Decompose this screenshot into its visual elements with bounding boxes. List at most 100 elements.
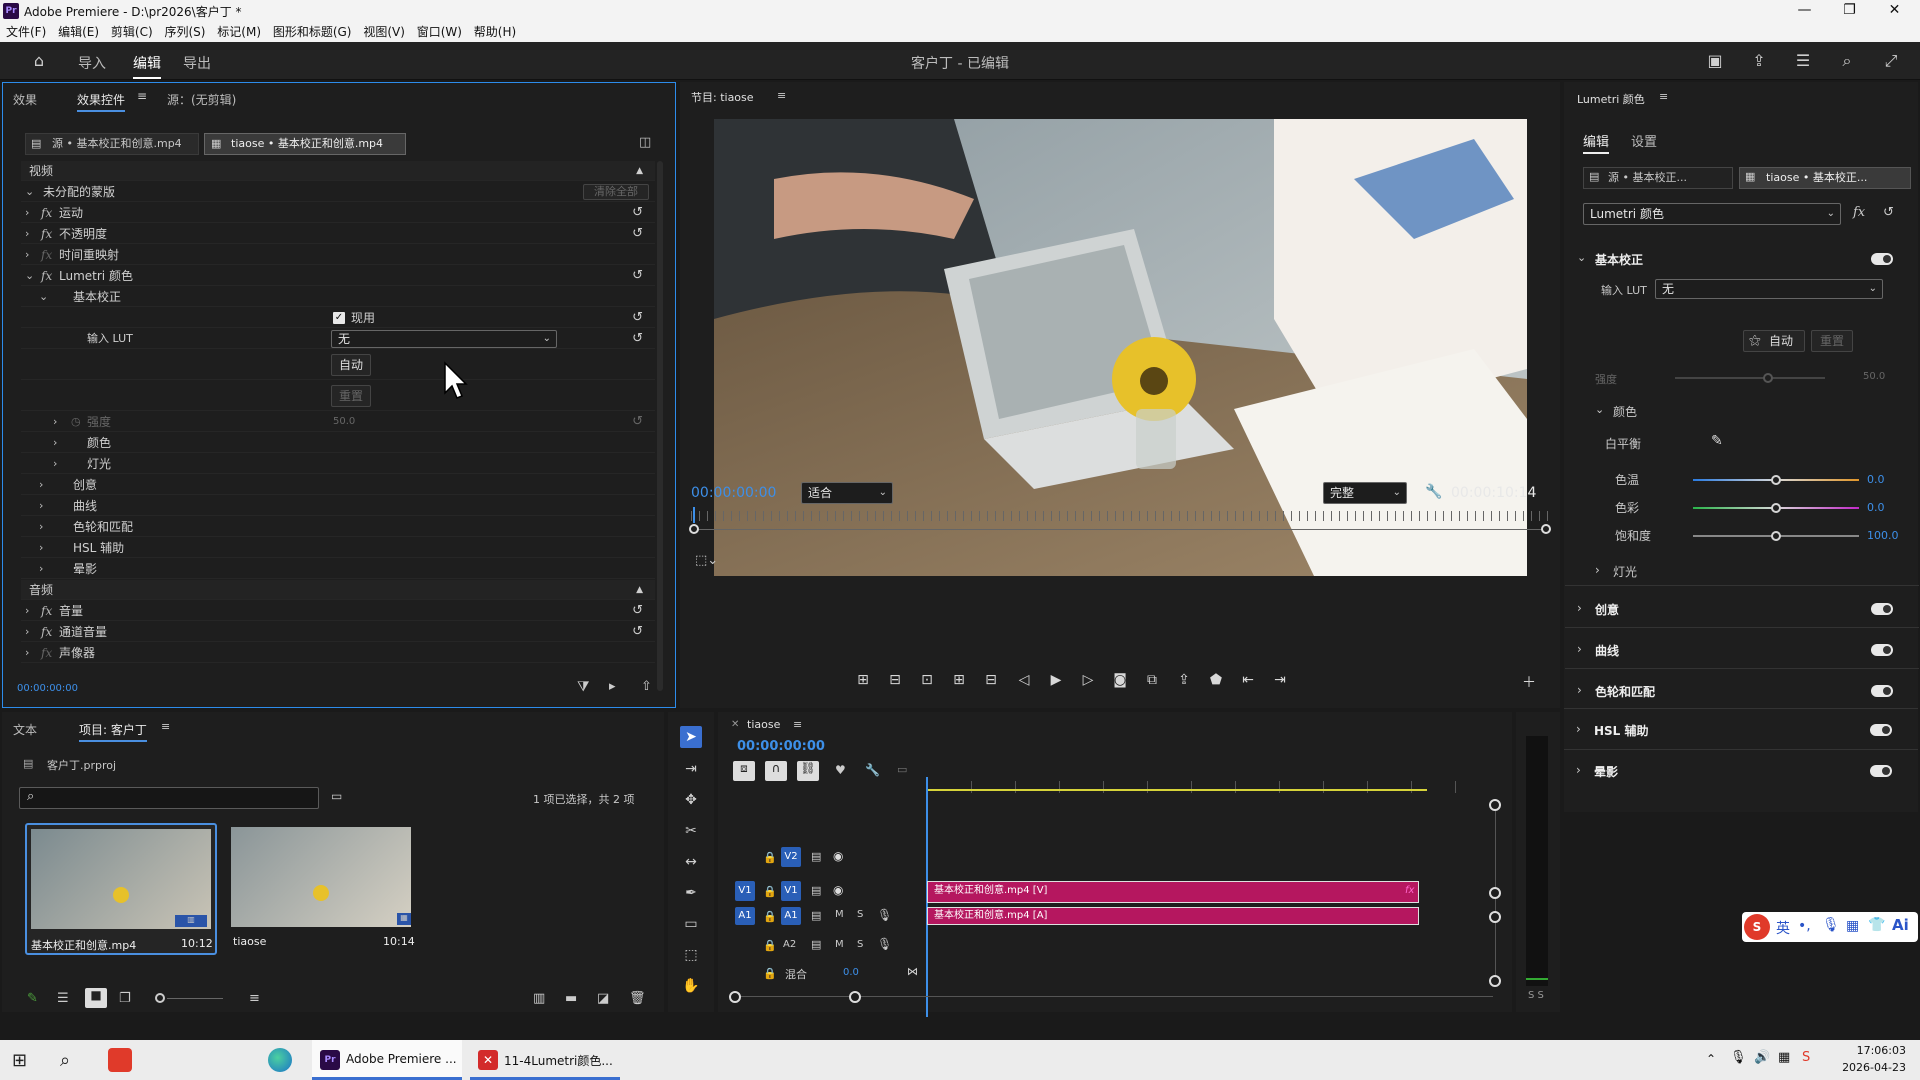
chevron-right-icon[interactable]: › (53, 412, 65, 432)
go-to-in-icon[interactable]: ⇤ (1237, 672, 1259, 688)
voice-input-icon[interactable]: 🎙 (1822, 917, 1840, 933)
export-icon[interactable]: ⇪ (1173, 672, 1195, 688)
chevron-right-icon[interactable]: › (1595, 563, 1600, 577)
eye-icon[interactable]: ◉ (833, 883, 843, 897)
step-forward-icon[interactable]: ▷ (1077, 672, 1099, 688)
menu-sequence[interactable]: 序列(S) (164, 22, 205, 42)
effect-controls-timecode[interactable]: 00:00:00:00 (17, 683, 78, 694)
clock-time[interactable]: 17:06:03 (1836, 1044, 1906, 1057)
menu-window[interactable]: 窗口(W) (417, 22, 462, 42)
chevron-right-icon[interactable]: › (39, 517, 51, 537)
menu-file[interactable]: 文件(F) (6, 22, 46, 42)
folder-icon[interactable]: ▬ (565, 991, 577, 1006)
section-hsl[interactable]: HSL 辅助 (1594, 722, 1649, 739)
project-search-field[interactable] (44, 788, 314, 808)
new-item-icon[interactable]: ◪ (597, 991, 609, 1006)
ai-assistant-icon[interactable]: Ai (1892, 916, 1909, 934)
insert-icon[interactable]: ⊞ (852, 672, 874, 688)
lock-icon[interactable]: 🔒 (763, 939, 777, 952)
work-area-bar[interactable] (927, 789, 1427, 791)
chevron-right-icon[interactable]: › (25, 224, 37, 244)
camtasia-icon[interactable] (108, 1048, 132, 1072)
volume-icon[interactable]: 🔊 (1754, 1050, 1770, 1065)
search-icon[interactable]: ⌕ (1836, 51, 1858, 71)
eyedropper-icon[interactable]: ✎ (1711, 433, 1723, 449)
collapse-icon[interactable]: ▲ (636, 580, 643, 600)
zoom-handle-right[interactable] (1541, 524, 1551, 534)
list-view-icon[interactable]: ☰ (57, 991, 69, 1006)
reset-icon[interactable]: ↺ (1883, 205, 1894, 220)
chevron-right-icon[interactable]: › (25, 601, 37, 621)
lock-icon[interactable]: 🔒 (763, 885, 777, 898)
scroll-knob[interactable] (729, 991, 741, 1003)
color-wheels-toggle[interactable] (1871, 685, 1893, 697)
chevron-right-icon[interactable]: › (25, 245, 37, 265)
light-row[interactable]: › 灯光 (21, 454, 655, 474)
automate-icon[interactable]: ▥ (533, 991, 545, 1006)
creative-toggle[interactable] (1871, 603, 1893, 615)
chevron-right-icon[interactable]: › (1577, 642, 1582, 656)
timeline-name[interactable]: tiaose (747, 718, 780, 731)
share-icon[interactable]: ⇪ (1748, 51, 1770, 71)
lumetri-source-tab[interactable]: 源 • 基本校正... (1583, 167, 1733, 189)
marker-icon[interactable]: ⬟ (1205, 672, 1227, 688)
close-button[interactable]: ✕ (1872, 0, 1917, 22)
taskbar-app-document[interactable]: ✕ 11-4Lumetri颜色... (470, 1040, 620, 1080)
basic-correction-toggle[interactable] (1871, 253, 1893, 265)
start-icon[interactable]: ⊞ (12, 1050, 27, 1071)
maximize-button[interactable]: ❐ (1827, 0, 1872, 22)
add-marker-icon[interactable]: ♥ (835, 763, 846, 777)
pen-tool-icon[interactable]: ✒ (680, 882, 702, 904)
razor-tool-icon[interactable]: ✂ (680, 820, 702, 842)
fullscreen-icon[interactable]: ⤢ (1880, 51, 1902, 71)
linked-selection-icon[interactable]: ⛓ (797, 761, 819, 781)
track-a2-label[interactable]: A2 (783, 939, 796, 950)
temperature-value[interactable]: 0.0 (1867, 473, 1885, 486)
color-wheels-row[interactable]: › 色轮和匹配 (21, 517, 655, 537)
chevron-right-icon[interactable]: › (39, 496, 51, 516)
clock-date[interactable]: 2026-04-23 (1836, 1061, 1906, 1074)
tab-effects[interactable]: 效果 (13, 91, 37, 108)
step-back-icon[interactable]: ◁ (1013, 672, 1035, 688)
export-clip-icon[interactable]: ⇧ (641, 679, 652, 694)
type-tool-icon[interactable]: ⬚ (680, 944, 702, 966)
chevron-right-icon[interactable]: › (25, 643, 37, 663)
intensity-knob[interactable] (1763, 373, 1773, 383)
microphone-icon[interactable]: 🎙 (1730, 1050, 1747, 1065)
chevron-right-icon[interactable]: › (53, 433, 65, 453)
source-a1-patch[interactable]: A1 (735, 907, 755, 925)
curves-row[interactable]: › 曲线 (21, 496, 655, 516)
tab-source[interactable]: 源：(无剪辑) (167, 91, 236, 108)
wrench-icon[interactable]: 🔧 (1425, 484, 1442, 500)
hand-tool-icon[interactable]: ✋ (680, 975, 702, 997)
nest-icon[interactable]: ⧈ (733, 761, 755, 781)
mix-end-icon[interactable]: ⋈ (907, 965, 918, 978)
menu-marker[interactable]: 标记(M) (217, 22, 261, 42)
program-menu-icon[interactable]: ≡ (777, 89, 786, 102)
reset-icon[interactable]: ↺ (632, 622, 643, 642)
selection-tool-icon[interactable]: ➤ (680, 726, 702, 748)
effect-row-motion[interactable]: › fx 运动 ↺ (21, 203, 655, 223)
reset-icon[interactable]: ↺ (632, 412, 643, 432)
snap-icon[interactable]: ∩ (765, 761, 787, 781)
fx-icon[interactable]: fx (41, 203, 52, 223)
minimize-button[interactable]: — (1782, 0, 1827, 22)
new-bin-icon[interactable]: ▭ (331, 789, 342, 803)
camera-icon[interactable]: ◙ (1109, 672, 1131, 688)
lock-icon[interactable]: 🔒 (763, 851, 777, 864)
scroll-knob[interactable] (1489, 799, 1501, 811)
go-to-out-icon[interactable]: ⇥ (1269, 672, 1291, 688)
saturation-value[interactable]: 100.0 (1867, 529, 1899, 542)
tab-project[interactable]: 项目: 客户丁 (79, 721, 147, 742)
fx-icon[interactable]: fx (41, 224, 52, 244)
zoom-slider-knob[interactable] (155, 993, 165, 1003)
mute-button[interactable]: M (835, 909, 844, 920)
horizontal-scrollbar[interactable] (733, 996, 1493, 997)
basic-correction-row[interactable]: ⌄ 基本校正 (21, 287, 655, 307)
search-icon[interactable]: ⌕ (60, 1050, 70, 1071)
project-search-input[interactable] (19, 787, 319, 809)
safe-margins-icon[interactable]: ⬚⌄ (695, 553, 718, 568)
tab-text[interactable]: 文本 (13, 721, 37, 738)
skin-icon[interactable]: 👕 (1868, 917, 1885, 933)
timeline-timecode[interactable]: 00:00:00:00 (737, 739, 825, 754)
